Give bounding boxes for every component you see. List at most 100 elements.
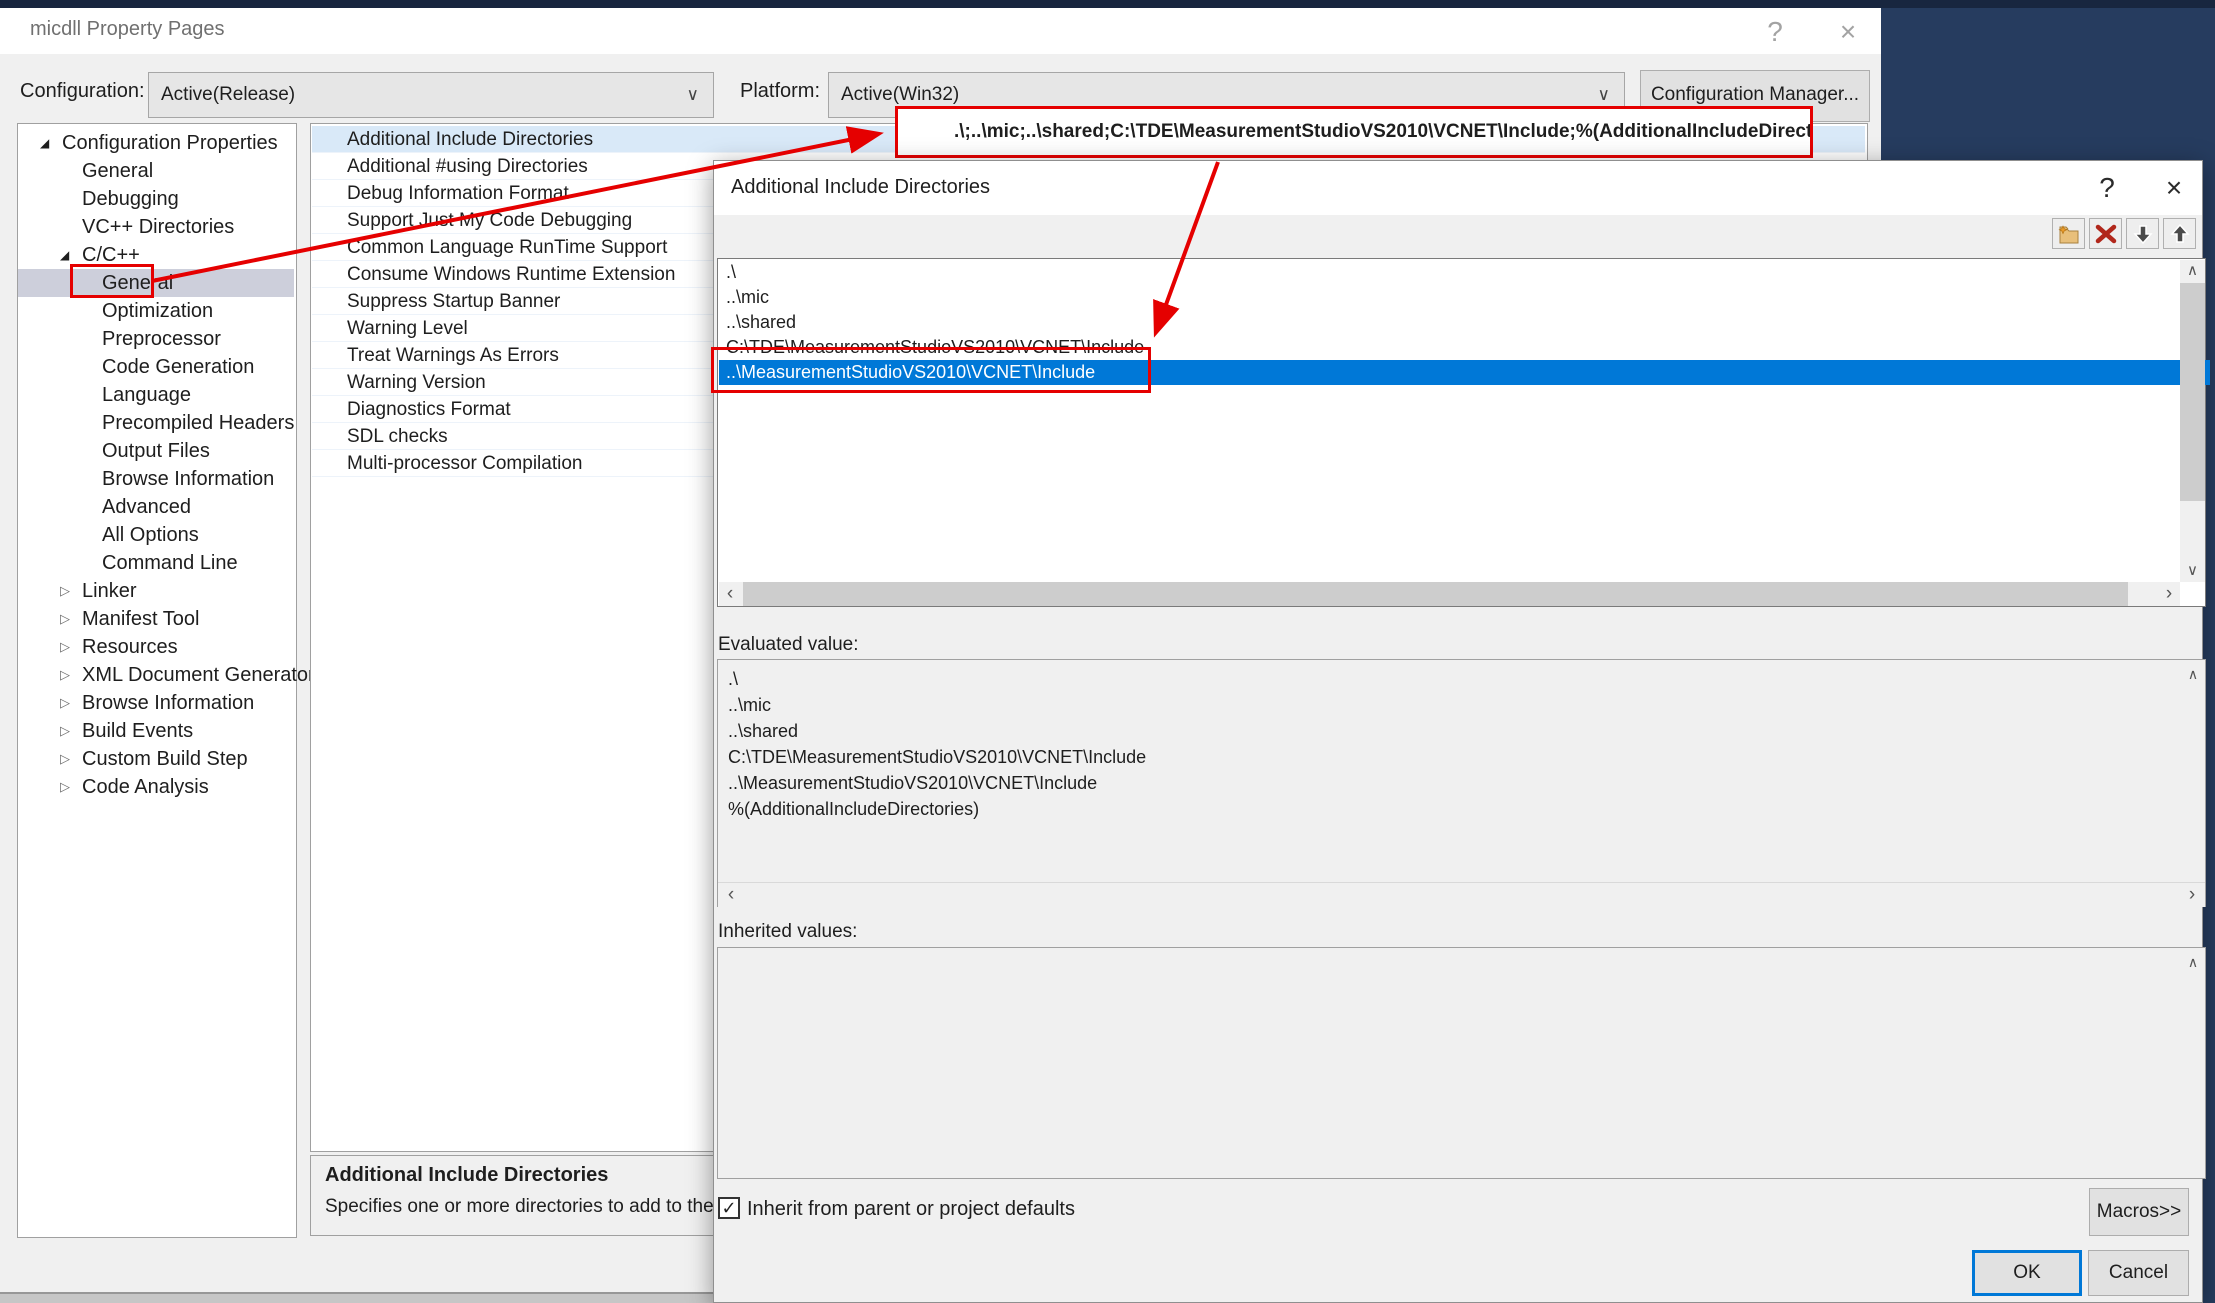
dialog-close-button[interactable]: × xyxy=(2151,169,2197,207)
tree-item-precompiled-headers[interactable]: Precompiled Headers xyxy=(18,409,294,437)
tree-item-command-line[interactable]: Command Line xyxy=(18,549,294,577)
tree-item-label: Optimization xyxy=(102,297,213,325)
inherited-values-box[interactable]: ∧ xyxy=(717,947,2206,1179)
scroll-down-icon[interactable]: ∨ xyxy=(2180,560,2205,582)
tree-item-label: Output Files xyxy=(102,437,210,465)
tree-item-language[interactable]: Language xyxy=(18,381,294,409)
directories-list[interactable]: .\ ..\mic ..\shared C:\TDE\MeasurementSt… xyxy=(717,258,2206,607)
macros-button[interactable]: Macros>> xyxy=(2089,1188,2189,1236)
scroll-right-icon[interactable]: › xyxy=(2158,582,2180,606)
collapsed-arrow-icon[interactable]: ▷ xyxy=(60,633,70,661)
scroll-up-icon[interactable]: ∧ xyxy=(2180,260,2205,282)
dialog-help-button[interactable]: ? xyxy=(2084,169,2130,207)
scrollbar-thumb[interactable] xyxy=(743,582,2128,606)
evaluated-line: ..\shared xyxy=(728,719,798,744)
tree-item-optimization[interactable]: Optimization xyxy=(18,297,294,325)
tree-item-browse-information-2[interactable]: ▷ Browse Information xyxy=(18,689,294,717)
tree-item-code-analysis[interactable]: ▷Code Analysis xyxy=(18,773,294,801)
list-item[interactable]: ..\mic xyxy=(719,285,2186,310)
collapsed-arrow-icon[interactable]: ▷ xyxy=(60,717,70,745)
collapsed-arrow-icon[interactable]: ▷ xyxy=(60,661,70,689)
tree-item-build-events[interactable]: ▷ Build Events xyxy=(18,717,294,745)
tree-item-label: Precompiled Headers xyxy=(102,409,294,437)
dialog-titlebar[interactable]: Additional Include Directories ? × xyxy=(714,161,2202,215)
tree-item-resources[interactable]: ▷ Resources xyxy=(18,633,294,661)
tree-item-vcpp-directories[interactable]: VC++ Directories xyxy=(18,213,294,241)
tree-item-code-generation[interactable]: Code Generation xyxy=(18,353,294,381)
tree-item-custom-build-step[interactable]: ▷Custom Build Step xyxy=(18,745,294,773)
collapsed-arrow-icon[interactable]: ▷ xyxy=(60,577,70,605)
evaluated-line: .\ xyxy=(728,667,738,692)
new-line-button[interactable] xyxy=(2052,218,2085,249)
tree-item-label: General xyxy=(82,157,153,185)
additional-include-directories-value[interactable]: .\;..\mic;..\shared;C:\TDE\MeasurementSt… xyxy=(895,106,1813,158)
tree-item-c-cpp[interactable]: ◢C/C++ xyxy=(18,241,294,269)
collapsed-arrow-icon[interactable]: ▷ xyxy=(60,773,70,801)
tree-item-label: Build Events xyxy=(82,717,193,745)
tree-item-general-top[interactable]: General xyxy=(18,157,294,185)
description-title: Additional Include Directories xyxy=(325,1164,608,1187)
screen: micdll Property Pages ? × Configuration:… xyxy=(0,0,2215,1303)
evaluated-line: %(AdditionalIncludeDirectories) xyxy=(728,797,979,822)
list-item[interactable]: .\ xyxy=(719,260,2186,285)
tree-item-label: Debugging xyxy=(82,185,179,213)
tree-item-xml-document-generator[interactable]: ▷XML Document Generator xyxy=(18,661,294,689)
evaluated-value-box[interactable]: .\ ..\mic ..\shared C:\TDE\MeasurementSt… xyxy=(717,659,2206,907)
tree-item-label: Language xyxy=(102,381,191,409)
scroll-left-icon[interactable]: ‹ xyxy=(720,883,742,907)
inherit-defaults-checkbox[interactable]: ✓ xyxy=(718,1197,740,1219)
titlebar[interactable]: micdll Property Pages ? × xyxy=(0,8,1881,54)
cancel-button[interactable]: Cancel xyxy=(2088,1250,2189,1296)
tree-item-browse-information[interactable]: Browse Information xyxy=(18,465,294,493)
scroll-up-icon[interactable]: ∧ xyxy=(2183,952,2203,972)
configuration-value: Active(Release) xyxy=(161,73,295,117)
ok-button[interactable]: OK xyxy=(1972,1250,2082,1296)
tree-item-label: Manifest Tool xyxy=(82,605,199,633)
list-item[interactable]: ..\shared xyxy=(719,310,2186,335)
tree-item-label: All Options xyxy=(102,521,199,549)
dialog-title: Additional Include Directories xyxy=(731,176,990,199)
list-item[interactable]: C:\TDE\MeasurementStudioVS2010\VCNET\Inc… xyxy=(719,335,2186,360)
tree-item-manifest-tool[interactable]: ▷ Manifest Tool xyxy=(18,605,294,633)
expanded-arrow-icon[interactable]: ◢ xyxy=(60,241,69,269)
configuration-tree: ◢Configuration Properties General Debugg… xyxy=(17,123,297,1238)
tree-item-label: Linker xyxy=(82,577,136,605)
list-vertical-scrollbar[interactable]: ∧ ∨ xyxy=(2180,260,2205,582)
evaluated-line: C:\TDE\MeasurementStudioVS2010\VCNET\Inc… xyxy=(728,745,1146,770)
evaluated-line: ..\mic xyxy=(728,693,771,718)
scroll-right-icon[interactable]: › xyxy=(2181,883,2203,907)
window-title: micdll Property Pages xyxy=(30,18,225,41)
tree-item-label: General xyxy=(102,269,173,297)
expanded-arrow-icon[interactable]: ◢ xyxy=(40,129,49,157)
move-down-button[interactable] xyxy=(2126,218,2159,249)
evaluated-line: ..\MeasurementStudioVS2010\VCNET\Include xyxy=(728,771,1097,796)
tree-item-label: Preprocessor xyxy=(102,325,221,353)
tree-item-configuration-properties[interactable]: ◢Configuration Properties xyxy=(18,129,294,157)
configuration-dropdown[interactable]: Active(Release) ∨ xyxy=(148,72,714,118)
tree-item-label: Code Generation xyxy=(102,353,254,381)
tree-item-c-cpp-general[interactable]: General xyxy=(18,269,294,297)
collapsed-arrow-icon[interactable]: ▷ xyxy=(60,689,70,717)
window-top-edge xyxy=(0,0,2215,8)
collapsed-arrow-icon[interactable]: ▷ xyxy=(60,745,70,773)
delete-line-button[interactable] xyxy=(2089,218,2122,249)
inherited-values-label: Inherited values: xyxy=(718,921,857,943)
tree-item-all-options[interactable]: All Options xyxy=(18,521,294,549)
list-item-selected[interactable]: ..\MeasurementStudioVS2010\VCNET\Include xyxy=(719,360,2210,385)
tree-item-output-files[interactable]: Output Files xyxy=(18,437,294,465)
close-button[interactable]: × xyxy=(1826,14,1870,50)
scroll-left-icon[interactable]: ‹ xyxy=(719,582,741,606)
tree-item-label: Browse Information xyxy=(82,689,254,717)
collapsed-arrow-icon[interactable]: ▷ xyxy=(60,605,70,633)
help-button[interactable]: ? xyxy=(1753,14,1797,50)
tree-item-linker[interactable]: ▷ Linker xyxy=(18,577,294,605)
tree-item-debugging[interactable]: Debugging xyxy=(18,185,294,213)
scroll-up-icon[interactable]: ∧ xyxy=(2183,664,2203,684)
tree-item-label: Resources xyxy=(82,633,178,661)
scrollbar-thumb[interactable] xyxy=(2180,283,2205,501)
tree-item-preprocessor[interactable]: Preprocessor xyxy=(18,325,294,353)
evaluated-horizontal-scrollbar[interactable]: ‹ › xyxy=(718,882,2205,907)
move-up-button[interactable] xyxy=(2163,218,2196,249)
tree-item-advanced[interactable]: Advanced xyxy=(18,493,294,521)
list-horizontal-scrollbar[interactable]: ‹ › xyxy=(719,582,2180,606)
